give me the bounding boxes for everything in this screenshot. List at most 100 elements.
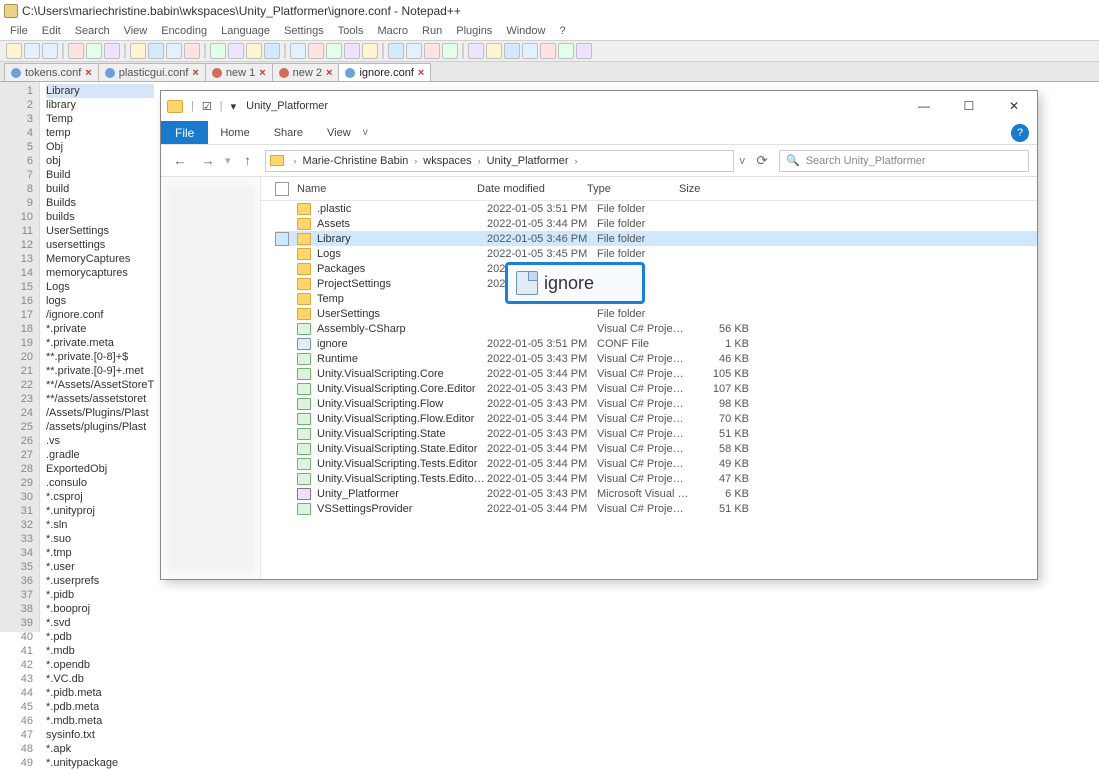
toolbar-btn-34[interactable] — [558, 43, 574, 59]
toolbar-btn-33[interactable] — [540, 43, 556, 59]
minimize-button[interactable]: — — [903, 92, 945, 120]
code-line[interactable]: .consulo — [46, 476, 154, 490]
file-row[interactable]: ignore2022-01-05 3:51 PMCONF File1 KB — [275, 336, 1037, 351]
code-line[interactable]: Temp — [46, 112, 154, 126]
ribbon-home[interactable]: Home — [208, 123, 261, 143]
chevron-right-icon[interactable]: › — [474, 156, 485, 166]
maximize-button[interactable]: ☐ — [948, 92, 990, 120]
code-line[interactable]: *.pdb.meta — [46, 700, 154, 714]
menu-window[interactable]: Window — [506, 25, 545, 37]
code-line[interactable]: Library — [46, 84, 154, 98]
explorer-ribbon[interactable]: File Home Share View v ? — [161, 121, 1037, 145]
code-line[interactable]: Build — [46, 168, 154, 182]
menu-search[interactable]: Search — [75, 25, 110, 37]
code-line[interactable]: *.unityproj — [46, 504, 154, 518]
column-headers[interactable]: Name Date modified Type Size — [261, 177, 1037, 201]
select-all-checkbox[interactable] — [275, 182, 289, 196]
menu-view[interactable]: View — [124, 25, 148, 37]
toolbar-btn-8[interactable] — [130, 43, 146, 59]
tab-close-icon[interactable]: × — [85, 67, 91, 79]
quick-save-icon[interactable]: ☑ — [202, 100, 212, 113]
menu-plugins[interactable]: Plugins — [456, 25, 492, 37]
menu-language[interactable]: Language — [221, 25, 270, 37]
nav-pane[interactable] — [161, 177, 261, 579]
title-dropdown-icon[interactable]: ▾ — [231, 100, 237, 113]
chevron-right-icon[interactable]: › — [410, 156, 421, 166]
tab-new-2[interactable]: new 2× — [272, 63, 340, 81]
menu-edit[interactable]: Edit — [42, 25, 61, 37]
toolbar-btn-4[interactable] — [68, 43, 84, 59]
menu-?[interactable]: ? — [559, 25, 565, 37]
search-input[interactable]: 🔍 Search Unity_Platformer — [779, 150, 1029, 172]
code-line[interactable]: memorycaptures — [46, 266, 154, 280]
code-line[interactable]: **/assets/assetstoret — [46, 392, 154, 406]
code-line[interactable]: *.suo — [46, 532, 154, 546]
breadcrumb-segment[interactable]: wkspaces — [423, 155, 471, 167]
explorer-titlebar[interactable]: | ☑ | ▾ Unity_Platformer — ☐ ✕ — [161, 91, 1037, 121]
ribbon-share[interactable]: Share — [262, 123, 315, 143]
code-line[interactable]: *.userprefs — [46, 574, 154, 588]
code-line[interactable]: UserSettings — [46, 224, 154, 238]
tab-tokens-conf[interactable]: tokens.conf× — [4, 63, 99, 81]
code-line[interactable]: Obj — [46, 140, 154, 154]
toolbar-btn-1[interactable] — [24, 43, 40, 59]
chevron-right-icon[interactable]: › — [571, 156, 582, 166]
file-row[interactable]: UserSettingsFile folder — [275, 306, 1037, 321]
toolbar-btn-35[interactable] — [576, 43, 592, 59]
menu-encoding[interactable]: Encoding — [161, 25, 207, 37]
code-line[interactable]: *.sln — [46, 518, 154, 532]
code-line[interactable]: *.opendb — [46, 658, 154, 672]
toolbar-btn-27[interactable] — [442, 43, 458, 59]
chevron-right-icon[interactable]: › — [290, 156, 301, 166]
file-row[interactable]: Packages2022-01-05 3:42 PMFile folder — [275, 261, 1037, 276]
code-line[interactable]: /Assets/Plugins/Plast — [46, 406, 154, 420]
file-row[interactable]: Unity.VisualScripting.Core.Editor2022-01… — [275, 381, 1037, 396]
tab-close-icon[interactable]: × — [418, 67, 424, 79]
col-size[interactable]: Size — [679, 183, 739, 195]
code-line[interactable]: builds — [46, 210, 154, 224]
code-line[interactable]: *.csproj — [46, 490, 154, 504]
menu-file[interactable]: File — [10, 25, 28, 37]
code-line[interactable]: /ignore.conf — [46, 308, 154, 322]
editor-code[interactable]: LibrarylibraryTemptempObjobjBuildbuildBu… — [40, 82, 154, 632]
toolbar-btn-13[interactable] — [210, 43, 226, 59]
code-line[interactable]: Builds — [46, 196, 154, 210]
code-line[interactable]: *.svd — [46, 616, 154, 630]
file-row[interactable]: Runtime2022-01-05 3:43 PMVisual C# Proje… — [275, 351, 1037, 366]
code-line[interactable]: Logs — [46, 280, 154, 294]
close-button[interactable]: ✕ — [993, 92, 1035, 120]
code-line[interactable]: **/Assets/AssetStoreT — [46, 378, 154, 392]
code-line[interactable]: build — [46, 182, 154, 196]
toolbar-btn-0[interactable] — [6, 43, 22, 59]
file-row[interactable]: VSSettingsProvider2022-01-05 3:44 PMVisu… — [275, 501, 1037, 516]
file-row[interactable]: Unity.VisualScripting.Tests.Editor.Cust.… — [275, 471, 1037, 486]
code-line[interactable]: .vs — [46, 434, 154, 448]
toolbar-btn-10[interactable] — [166, 43, 182, 59]
tab-new-1[interactable]: new 1× — [205, 63, 273, 81]
ribbon-view[interactable]: View — [315, 123, 363, 143]
row-checkbox[interactable] — [275, 232, 289, 246]
code-line[interactable]: sysinfo.txt — [46, 728, 154, 742]
toolbar-btn-6[interactable] — [104, 43, 120, 59]
code-line[interactable]: *.pidb.meta — [46, 686, 154, 700]
toolbar-btn-14[interactable] — [228, 43, 244, 59]
file-row[interactable]: Assets2022-01-05 3:44 PMFile folder — [275, 216, 1037, 231]
file-row[interactable]: Logs2022-01-05 3:45 PMFile folder — [275, 246, 1037, 261]
tab-plasticgui-conf[interactable]: plasticgui.conf× — [98, 63, 206, 81]
code-line[interactable]: .gradle — [46, 448, 154, 462]
nav-up-button[interactable]: ↑ — [237, 150, 259, 172]
menu-run[interactable]: Run — [422, 25, 442, 37]
menu-macro[interactable]: Macro — [377, 25, 408, 37]
breadcrumb-segment[interactable]: Marie-Christine Babin — [303, 155, 409, 167]
code-line[interactable]: usersettings — [46, 238, 154, 252]
col-type[interactable]: Type — [587, 183, 679, 195]
toolbar-btn-2[interactable] — [42, 43, 58, 59]
code-line[interactable]: ExportedObj — [46, 462, 154, 476]
toolbar-btn-29[interactable] — [468, 43, 484, 59]
toolbar-btn-18[interactable] — [290, 43, 306, 59]
code-line[interactable]: /assets/plugins/Plast — [46, 420, 154, 434]
menu-settings[interactable]: Settings — [284, 25, 324, 37]
code-line[interactable]: *.private.meta — [46, 336, 154, 350]
col-date[interactable]: Date modified — [477, 183, 587, 195]
code-line[interactable]: obj — [46, 154, 154, 168]
